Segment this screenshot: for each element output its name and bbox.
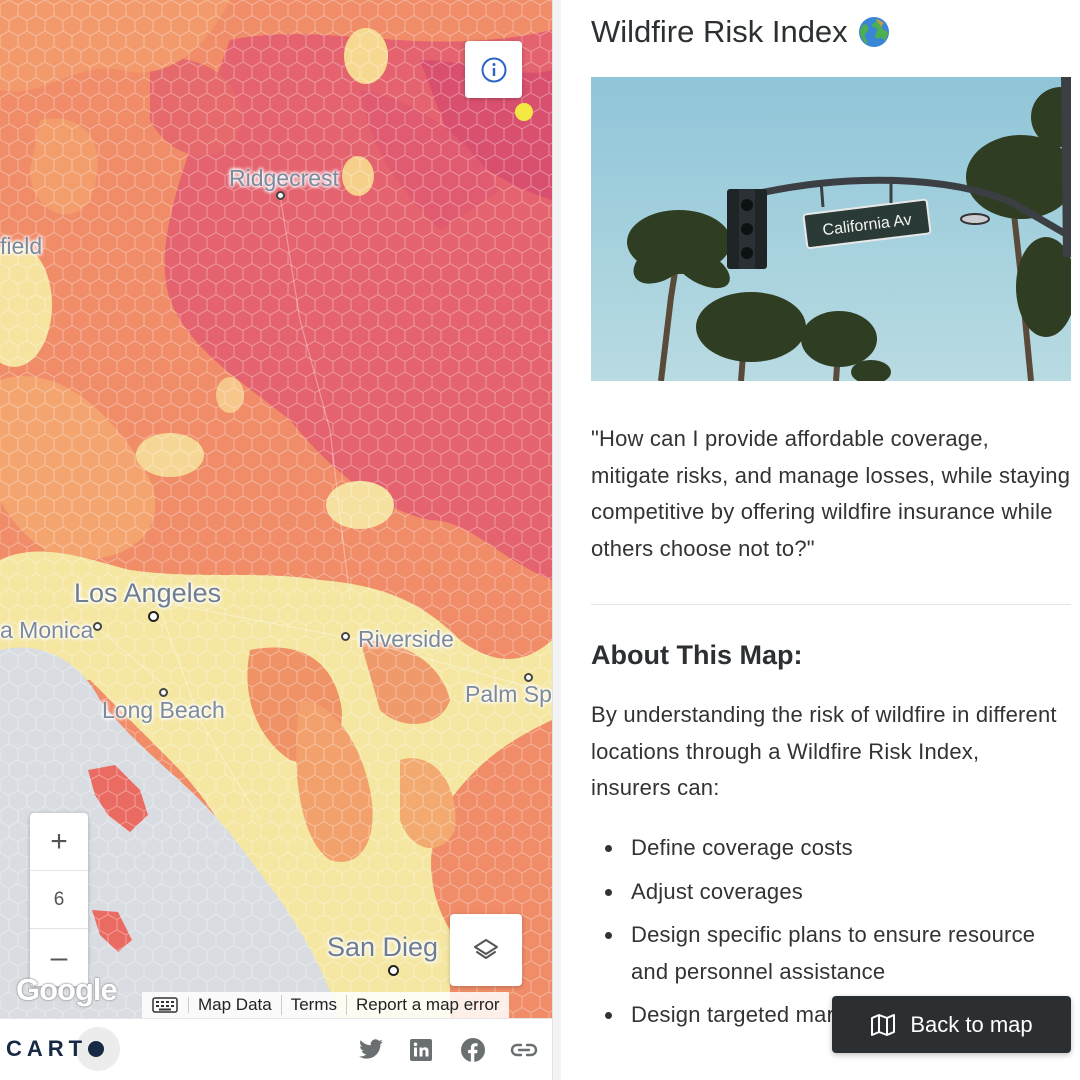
city-dot bbox=[148, 611, 159, 622]
terms-link[interactable]: Terms bbox=[282, 995, 347, 1015]
info-button[interactable] bbox=[465, 41, 522, 98]
customer-quote: "How can I provide affordable coverage, … bbox=[591, 426, 1071, 561]
city-dot bbox=[276, 191, 285, 200]
map-data-link[interactable]: Map Data bbox=[189, 995, 282, 1015]
back-to-map-label: Back to map bbox=[910, 1011, 1033, 1037]
facebook-icon bbox=[461, 1038, 485, 1062]
zoom-control: + 6 – bbox=[30, 813, 88, 986]
place-label-riverside: Riverside bbox=[358, 626, 454, 652]
zoom-level: 6 bbox=[30, 871, 88, 929]
place-label-san-diego: San Dieg bbox=[327, 932, 439, 962]
highlight-marker bbox=[515, 103, 533, 121]
keyboard-icon bbox=[152, 997, 178, 1013]
copy-link-button[interactable] bbox=[508, 1034, 540, 1066]
list-item: Define coverage costs bbox=[591, 830, 1071, 867]
report-map-error-link[interactable]: Report a map error bbox=[347, 995, 509, 1015]
section-divider bbox=[591, 604, 1071, 605]
info-icon bbox=[481, 57, 506, 82]
page-title: Wildfire Risk Index bbox=[591, 14, 890, 50]
city-dot bbox=[388, 965, 399, 976]
city-dot bbox=[341, 632, 350, 641]
map-view[interactable]: Ridgecrest field Los Angeles a Monica Ri… bbox=[0, 0, 552, 1018]
city-dot bbox=[159, 688, 168, 697]
list-item: Design specific plans to ensure resource… bbox=[591, 917, 1071, 990]
list-item: Adjust coverages bbox=[591, 874, 1071, 911]
about-description: By understanding the risk of wildfire in… bbox=[591, 702, 1057, 800]
story-panel: Wildfire Risk Index California Av "How c… bbox=[561, 0, 1080, 1080]
place-label-santa-monica: a Monica bbox=[0, 617, 94, 643]
panel-splitter[interactable] bbox=[552, 0, 561, 1080]
map-footer: CART bbox=[0, 1018, 552, 1080]
place-label-long-beach: Long Beach bbox=[102, 697, 225, 723]
linkedin-icon bbox=[410, 1039, 432, 1061]
link-icon bbox=[510, 1043, 538, 1057]
place-label-los-angeles: Los Angeles bbox=[74, 578, 222, 608]
page-title-text: Wildfire Risk Index bbox=[591, 14, 848, 49]
carto-logo-dot bbox=[88, 1041, 105, 1057]
city-dot bbox=[524, 673, 533, 682]
carto-logo[interactable]: CART bbox=[6, 1036, 105, 1062]
globe-icon bbox=[858, 17, 889, 47]
twitter-icon bbox=[359, 1039, 383, 1059]
keyboard-shortcuts-button[interactable] bbox=[142, 997, 189, 1013]
twitter-link[interactable] bbox=[355, 1034, 387, 1066]
layers-icon bbox=[474, 939, 498, 959]
back-to-map-button[interactable]: Back to map bbox=[832, 996, 1071, 1053]
city-dot bbox=[93, 622, 102, 631]
place-label-bakersfield: field bbox=[0, 233, 43, 259]
map-icon bbox=[871, 1013, 896, 1036]
carto-logo-text: CART bbox=[6, 1036, 88, 1061]
layers-button[interactable] bbox=[450, 914, 522, 986]
google-logo: Google bbox=[16, 972, 118, 1007]
zoom-in-button[interactable]: + bbox=[30, 813, 88, 871]
linkedin-link[interactable] bbox=[405, 1034, 437, 1066]
map-attribution: Map Data Terms Report a map error bbox=[142, 992, 509, 1018]
california-av-photo: California Av bbox=[591, 77, 1071, 381]
facebook-link[interactable] bbox=[457, 1034, 489, 1066]
about-heading: About This Map: bbox=[591, 640, 803, 670]
place-label-palm-springs: Palm Spr bbox=[465, 681, 552, 707]
header-photo: California Av bbox=[591, 77, 1071, 381]
place-label-ridgecrest: Ridgecrest bbox=[229, 165, 339, 191]
